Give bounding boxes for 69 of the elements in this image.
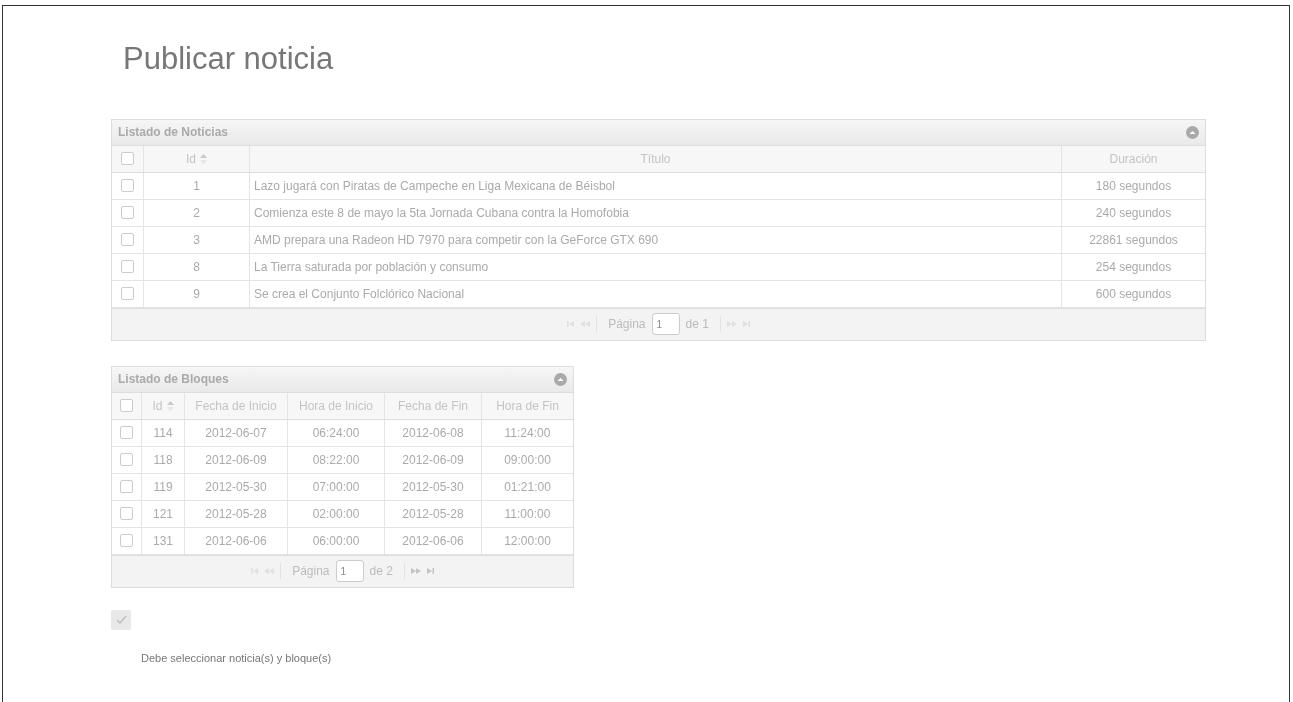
- page-number-field[interactable]: 1: [651, 313, 680, 335]
- table-cell-text: 180 segundos: [1094, 177, 1173, 195]
- table-cell: 2012-06-06: [185, 527, 288, 554]
- row-checkbox[interactable]: [121, 233, 134, 246]
- table-cell: 118: [142, 446, 185, 473]
- table-cell: 2012-06-08: [385, 419, 482, 446]
- row-checkbox[interactable]: [120, 453, 133, 466]
- checkmark-icon: [115, 615, 127, 624]
- table-cell: 2012-05-30: [185, 473, 288, 500]
- table-cell: AMD prepara una Radeon HD 7970 para competir con la GeForce GTX 690: [250, 226, 1062, 253]
- table-cell: 8: [144, 253, 250, 280]
- grid-caption: Listado de Bloques: [118, 371, 229, 388]
- row-checkbox[interactable]: [121, 260, 134, 273]
- table-cell: 2012-05-30: [385, 473, 482, 500]
- table-cell: 131: [142, 527, 185, 554]
- row-checkbox[interactable]: [120, 480, 133, 493]
- table-cell: 119: [142, 473, 185, 500]
- page-total: de 1: [685, 316, 709, 333]
- page-number-field[interactable]: 1: [335, 560, 364, 582]
- row-checkbox[interactable]: [121, 179, 134, 192]
- row-checkbox[interactable]: [121, 152, 134, 165]
- table-cell: 2012-06-09: [385, 446, 482, 473]
- table-cell: 2012-06-09: [185, 446, 288, 473]
- row-checkbox[interactable]: [120, 534, 133, 547]
- table-cell: Se crea el Conjunto Folclórico Nacional: [250, 280, 1062, 307]
- table-cell: 06:24:00: [288, 419, 385, 446]
- table-cell-text: 09:00:00: [503, 451, 552, 469]
- table-cell-text: 600 segundos: [1094, 285, 1173, 303]
- last-page-icon[interactable]: [426, 567, 434, 575]
- grid-caption: Listado de Noticias: [118, 124, 229, 141]
- page-label: Página: [292, 563, 330, 580]
- table-cell: 08:22:00: [288, 446, 385, 473]
- table-cell: 9: [144, 280, 250, 307]
- table-cell: 3: [144, 226, 250, 253]
- page-title: Publicar noticia: [123, 40, 335, 78]
- table-cell-text: 01:21:00: [503, 478, 552, 496]
- collapse-icon[interactable]: [1186, 125, 1199, 139]
- page-label: Página: [608, 316, 646, 333]
- table-cell: 1: [144, 172, 250, 199]
- table-cell-text: 12:00:00: [503, 532, 552, 550]
- table-cell: 02:00:00: [288, 500, 385, 527]
- sort-arrows-icon: [200, 153, 207, 164]
- table-cell-text: 11:24:00: [503, 424, 552, 442]
- row-checkbox[interactable]: [120, 399, 133, 412]
- table-cell: 06:00:00: [288, 527, 385, 554]
- next-page-icon[interactable]: [410, 567, 421, 575]
- table-cell: 2012-05-28: [385, 500, 482, 527]
- table-cell: Lazo jugará con Piratas de Campeche en Liga Mexicana de Béisbol: [250, 172, 1062, 199]
- table-cell: 121: [142, 500, 185, 527]
- table-cell: 2012-06-07: [185, 419, 288, 446]
- collapse-icon[interactable]: [554, 372, 567, 386]
- table-cell: 114: [142, 419, 185, 446]
- table-cell: 2012-05-28: [185, 500, 288, 527]
- sort-arrows-icon: [166, 400, 174, 411]
- table-cell: Comienza este 8 de mayo la 5ta Jornada Cubana contra la Homofobia: [250, 199, 1062, 226]
- page-total: de 2: [369, 563, 393, 580]
- table-cell: 2012-06-06: [385, 527, 482, 554]
- table-cell-text: 11:00:00: [503, 505, 552, 523]
- table-cell-text: 240 segundos: [1094, 204, 1173, 222]
- validation-message: Debe seleccionar noticia(s) y bloque(s): [141, 650, 333, 666]
- table-cell: 07:00:00: [288, 473, 385, 500]
- row-checkbox[interactable]: [120, 507, 133, 520]
- row-checkbox[interactable]: [121, 206, 134, 219]
- table-cell: 2: [144, 199, 250, 226]
- row-checkbox[interactable]: [121, 287, 134, 300]
- table-cell-text: 22861 segundos: [1088, 231, 1179, 249]
- table-cell-text: 254 segundos: [1094, 258, 1173, 276]
- table-cell: La Tierra saturada por población y consumo: [250, 253, 1062, 280]
- row-checkbox[interactable]: [120, 426, 133, 439]
